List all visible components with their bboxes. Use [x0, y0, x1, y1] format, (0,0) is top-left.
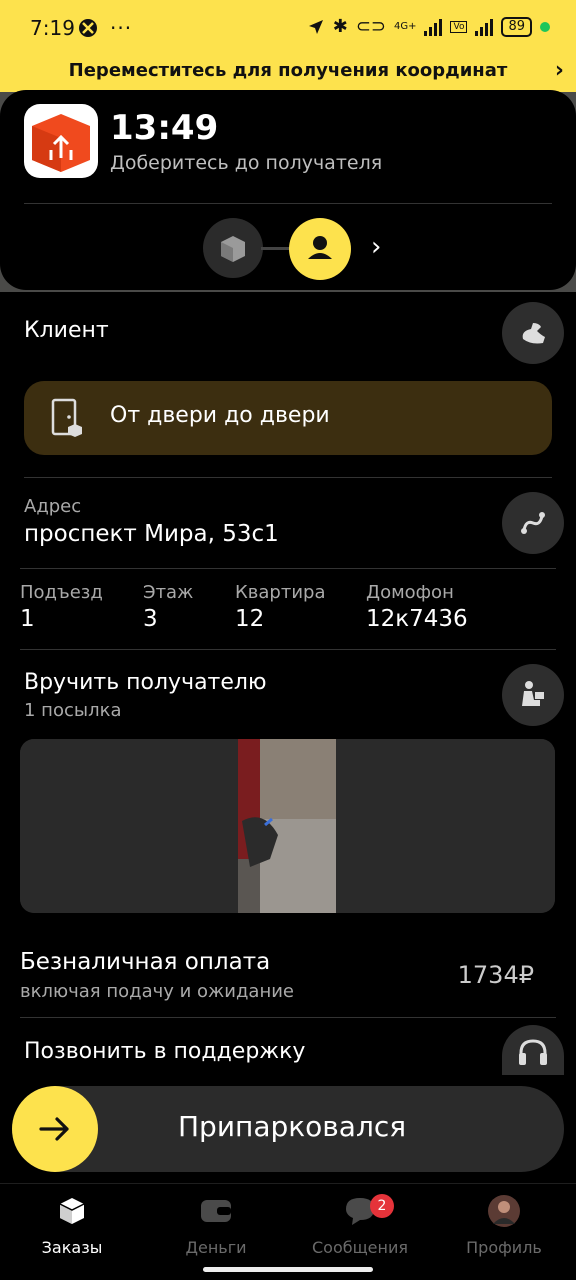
nav-messages-label: Сообщения: [311, 1238, 408, 1257]
address-value[interactable]: проспект Мира, 53с1: [24, 521, 279, 547]
address-label: Адрес: [24, 496, 82, 517]
nav-profile-label: Профиль: [466, 1238, 542, 1257]
battery-icon: 89: [501, 16, 532, 37]
nav-money[interactable]: Деньги: [144, 1194, 288, 1257]
banner-text: Переместитесь для получения координат: [68, 60, 508, 81]
phone-icon: [522, 323, 545, 344]
door-photo-image: [20, 739, 555, 913]
bluetooth-icon: ✱: [332, 16, 348, 37]
parked-label: Припарковался: [178, 1110, 407, 1143]
order-header-card: 13:49 Доберитесь до получателя ›: [0, 90, 576, 290]
order-details-sheet: Клиент От двери до двери Адрес проспект …: [0, 292, 576, 927]
door-to-door-label: От двери до двери: [110, 403, 330, 428]
avatar: [488, 1195, 520, 1227]
divider: [20, 649, 556, 650]
status-time: 7:19: [30, 16, 75, 40]
divider: [24, 203, 552, 204]
swipe-knob[interactable]: [12, 1086, 98, 1172]
volte-icon: Vo: [450, 20, 468, 33]
handover-title: Вручить получателю: [24, 670, 267, 695]
step-recipient: [289, 218, 351, 280]
floor-value: 3: [143, 606, 158, 632]
box-icon: [221, 236, 245, 262]
headset-icon: [519, 1039, 547, 1065]
client-title: Клиент: [24, 318, 109, 343]
nav-orders[interactable]: Заказы: [0, 1194, 144, 1257]
nav-orders-label: Заказы: [41, 1238, 103, 1257]
divider: [20, 568, 556, 569]
chevron-right-icon: ›: [554, 58, 564, 83]
link-icon: ⊂⊃: [355, 16, 386, 37]
divider: [20, 1017, 556, 1018]
bottom-navigation: Заказы Деньги 2 Сообщения Профиль: [0, 1183, 576, 1280]
door-to-door-card[interactable]: От двери до двери: [24, 381, 552, 455]
call-client-button[interactable]: [502, 302, 564, 364]
support-call-label[interactable]: Позвонить в поддержку: [24, 1039, 305, 1063]
eta-time: 13:49: [110, 108, 219, 148]
signal-icon-2: [475, 18, 494, 36]
status-bar: 7:19 ··· ✱ ⊂⊃ 4G+ Vo 89: [0, 0, 576, 58]
messages-badge: 2: [370, 1194, 394, 1218]
signal-icon: [424, 18, 443, 36]
payment-amount: 1734₽: [457, 961, 534, 989]
network-label: 4G+: [393, 21, 417, 32]
route-button[interactable]: [502, 492, 564, 554]
stage-subtitle: Доберитесь до получателя: [110, 152, 383, 174]
more-notifications-icon: ···: [110, 16, 133, 40]
wallet-icon: [201, 1200, 231, 1222]
parked-swipe-button[interactable]: Припарковался: [12, 1086, 564, 1172]
nav-messages[interactable]: 2 Сообщения: [288, 1194, 432, 1257]
payment-subtitle: включая подачу и ожидание: [20, 981, 294, 1002]
support-call-button[interactable]: [502, 1025, 564, 1075]
nav-money-label: Деньги: [185, 1238, 247, 1257]
step-connector: [261, 247, 291, 250]
door-package-icon: [51, 398, 82, 437]
xbox-icon: [79, 19, 97, 37]
entrance-value: 1: [20, 606, 35, 632]
intercom-value: 12к7436: [366, 606, 468, 632]
apartment-value: 12: [235, 606, 265, 632]
payment-section: Безналичная оплата включая подачу и ожид…: [0, 935, 576, 1075]
privacy-dot: [540, 21, 550, 32]
door-photo[interactable]: [20, 739, 555, 913]
handover-button[interactable]: [502, 664, 564, 726]
floor-label: Этаж: [143, 582, 194, 603]
payment-title: Безналичная оплата: [20, 949, 271, 975]
apartment-label: Квартира: [235, 582, 326, 603]
package-logo-icon: [24, 104, 98, 178]
entrance-label: Подъезд: [20, 582, 103, 603]
divider: [24, 477, 552, 478]
arrow-right-icon: [39, 1117, 69, 1141]
box-icon: [59, 1198, 85, 1224]
route-progress: ›: [203, 218, 403, 280]
home-indicator: [203, 1267, 373, 1272]
intercom-label: Домофон: [366, 582, 454, 603]
nav-profile[interactable]: Профиль: [432, 1194, 576, 1257]
location-banner[interactable]: Переместитесь для получения координат ›: [0, 58, 576, 92]
parcel-count: 1 посылка: [24, 700, 122, 721]
handover-person-icon: [522, 681, 544, 706]
chevron-right-icon[interactable]: ›: [371, 232, 381, 262]
location-arrow-icon: [308, 19, 323, 34]
step-pickup: [203, 218, 263, 278]
user-icon: [308, 236, 332, 259]
route-icon: [521, 512, 545, 534]
